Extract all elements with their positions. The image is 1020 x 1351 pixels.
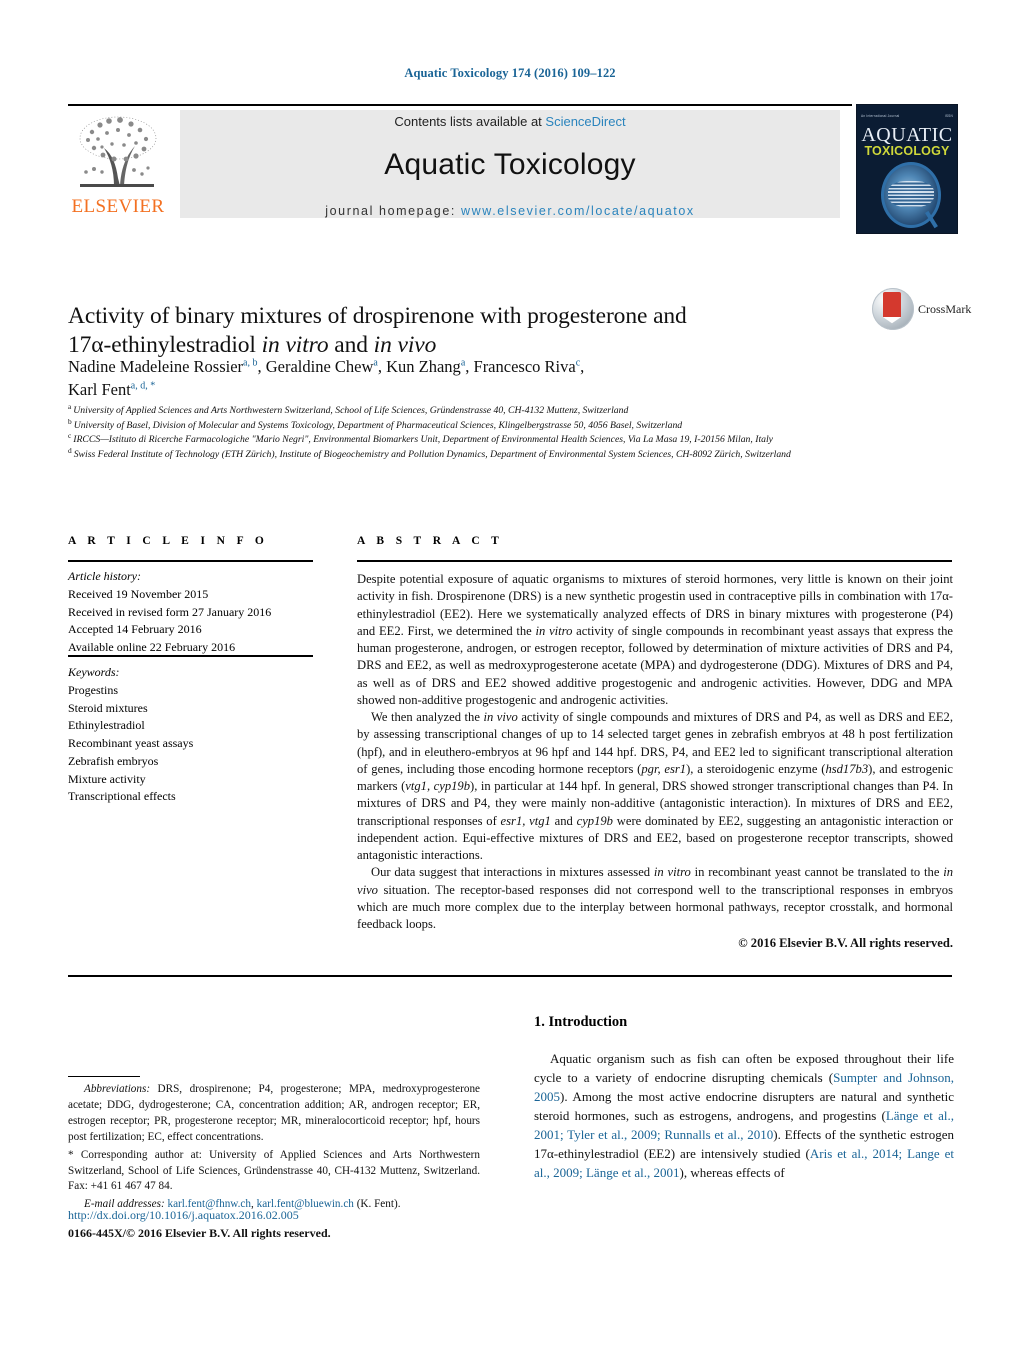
introduction-body: Aquatic organism such as fish can often … — [534, 1050, 954, 1183]
author-affil-marker[interactable]: c — [576, 358, 580, 369]
introduction-paragraph-1: Aquatic organism such as fish can often … — [534, 1050, 954, 1183]
abstract-p2-italic-5: esr1, vtg1 — [500, 813, 551, 828]
author-name: Karl Fent — [68, 380, 131, 400]
affiliation-list: a University of Applied Sciences and Arts… — [68, 403, 928, 463]
elsevier-tree-icon — [74, 112, 160, 194]
abstract-p1-italic-1: in vitro — [535, 623, 573, 638]
contents-prefix: Contents lists available at — [394, 114, 546, 129]
contents-line: Contents lists available at ScienceDirec… — [180, 114, 840, 129]
abstract-paragraph-3: Our data suggest that interactions in mi… — [357, 864, 953, 933]
history-item: Received 19 November 2015 — [68, 586, 209, 601]
abstract-p2-italic-2: pgr, esr1 — [641, 761, 687, 776]
keyword-item: Recombinant yeast assays — [68, 736, 194, 750]
keyword-item: Steroid mixtures — [68, 700, 148, 715]
abstract-copyright: © 2016 Elsevier B.V. All rights reserved… — [738, 936, 953, 951]
footnote-rule — [68, 1076, 140, 1078]
author-name: Francesco Riva — [473, 357, 576, 376]
article-history-block: Article history: Received 19 November 20… — [68, 568, 328, 657]
article-info-heading: A R T I C L E I N F O — [68, 535, 269, 547]
abstract-heading: A B S T R A C T — [357, 535, 504, 547]
author-name: Kun Zhang — [386, 357, 461, 376]
abstract-p2-part-a: We then analyzed the — [371, 710, 484, 724]
footnote-block: Abbreviations: DRS, drospirenone; P4, pr… — [68, 1082, 480, 1215]
crossmark-label: CrossMark — [918, 302, 972, 316]
cover-title-line2: TOXICOLOGY — [864, 144, 950, 158]
history-item: Received in revised form 27 January 2016 — [68, 604, 272, 619]
abstract-p2-italic-6: cyp19b — [576, 813, 613, 828]
article-page: Aquatic Toxicology 174 (2016) 109–122 Co… — [0, 0, 1020, 1351]
keyword-item: Progestins — [68, 682, 119, 697]
homepage-url-link[interactable]: www.elsevier.com/locate/aquatox — [461, 204, 695, 218]
cover-top-strip: An International Journal ISSN — [861, 109, 953, 123]
affiliation-text: University of Basel, Division of Molecul… — [73, 419, 683, 431]
crossmark-badge[interactable]: CrossMark — [872, 288, 971, 334]
abstract-p3-italic-1: in vitro — [653, 865, 691, 880]
article-history-label: Article history: — [68, 569, 141, 583]
corresponding-author-text: * Corresponding author at: University of… — [68, 1148, 480, 1193]
journal-cover-image: An International Journal ISSN AQUATIC TO… — [856, 104, 958, 234]
elsevier-logo: ELSEVIER — [70, 110, 166, 218]
abstract-p2-italic-4: vtg1, cyp19b — [405, 779, 471, 793]
keyword-item: Transcriptional effects — [68, 789, 176, 804]
abstract-p2-part-c: ), a steroidogenic enzyme ( — [686, 761, 826, 776]
abbreviations-note: Abbreviations: DRS, drospirenone; P4, pr… — [68, 1082, 480, 1146]
cover-corner-right: ISSN — [944, 114, 953, 118]
abstract-rule-top — [357, 560, 952, 562]
sciencedirect-link[interactable]: ScienceDirect — [545, 114, 625, 129]
history-item: Accepted 14 February 2016 — [68, 622, 202, 637]
author-affil-marker-corresponding[interactable]: a, d, * — [131, 381, 155, 392]
introduction-heading: 1. Introduction — [534, 1014, 628, 1030]
journal-title: Aquatic Toxicology — [384, 148, 636, 181]
author-affil-marker[interactable]: a, b — [243, 358, 257, 369]
homepage-label: journal homepage: — [325, 204, 462, 218]
crossmark-icon — [872, 288, 914, 330]
abstract-p2-italic-1: in vivo — [483, 710, 518, 724]
abstract-p3-part-c: situation. The receptor-based responses … — [357, 882, 953, 932]
affiliation-item: b University of Basel, Division of Molecu… — [68, 417, 928, 434]
abstract-paragraph-2: We then analyzed the in vivo activity of… — [357, 709, 953, 864]
abstract-paragraph-1: Despite potential exposure of aquatic or… — [357, 571, 953, 709]
affiliation-item: d Swiss Federal Institute of Technology (… — [68, 447, 928, 463]
abstract-p3-part-b: in recombinant yeast cannot be translate… — [690, 865, 944, 880]
keyword-item: Ethinylestradiol — [68, 718, 145, 733]
running-head: Aquatic Toxicology 174 (2016) 109–122 — [404, 66, 616, 80]
abbreviations-label: Abbreviations: — [84, 1083, 151, 1095]
abstract-p3-part-a: Our data suggest that interactions in mi… — [371, 865, 654, 880]
author-affil-marker[interactable]: a — [373, 358, 377, 369]
article-info-rule-mid — [68, 655, 313, 657]
keyword-item: Zebrafish embryos — [68, 753, 159, 768]
keywords-block: Keywords: Progestins Steroid mixtures Et… — [68, 664, 328, 806]
journal-homepage-line: journal homepage: www.elsevier.com/locat… — [180, 204, 840, 218]
author-name: Geraldine Chew — [265, 357, 374, 376]
corresponding-author-note: * Corresponding author at: University of… — [68, 1148, 480, 1196]
cover-corner-left: An International Journal — [861, 114, 900, 118]
author-list: Nadine Madeleine Rossiera, b, Geraldine … — [68, 357, 585, 400]
keyword-item: Mixture activity — [68, 771, 146, 786]
issn-copyright-line: 0166-445X/© 2016 Elsevier B.V. All right… — [68, 1226, 331, 1240]
elsevier-wordmark: ELSEVIER — [71, 196, 165, 217]
author-name: Nadine Madeleine Rossier — [68, 357, 244, 376]
affiliation-text: Swiss Federal Institute of Technology (E… — [73, 449, 791, 461]
keywords-label: Keywords: — [68, 665, 120, 679]
affiliation-text: IRCCS—Istituto di Ricerche Farmacologich… — [73, 434, 773, 446]
cover-title-line1: AQUATIC — [861, 124, 953, 146]
article-info-rule-top — [68, 560, 313, 562]
section-divider-rule — [68, 975, 952, 977]
abstract-body: Despite potential exposure of aquatic or… — [357, 571, 953, 953]
author-affil-marker[interactable]: a — [461, 358, 465, 369]
affiliation-text: University of Applied Sciences and Arts … — [73, 405, 629, 416]
abstract-p2-part-f: and — [550, 813, 577, 828]
page-title: Activity of binary mixtures of drospiren… — [68, 302, 858, 361]
header-rule — [68, 104, 852, 106]
abstract-p2-italic-3: hsd17b3 — [825, 761, 869, 776]
affiliation-item: a University of Applied Sciences and Arts… — [68, 403, 928, 419]
intro-part-d: ), whereas effects of — [679, 1164, 785, 1180]
doi-link[interactable]: http://dx.doi.org/10.1016/j.aquatox.2016… — [68, 1208, 299, 1223]
email-owner: (K. Fent). — [353, 1198, 401, 1211]
title-line-1: Activity of binary mixtures of drospiren… — [68, 302, 687, 329]
affiliation-item: c IRCCS—Istituto di Ricerche Farmacologic… — [68, 432, 928, 448]
